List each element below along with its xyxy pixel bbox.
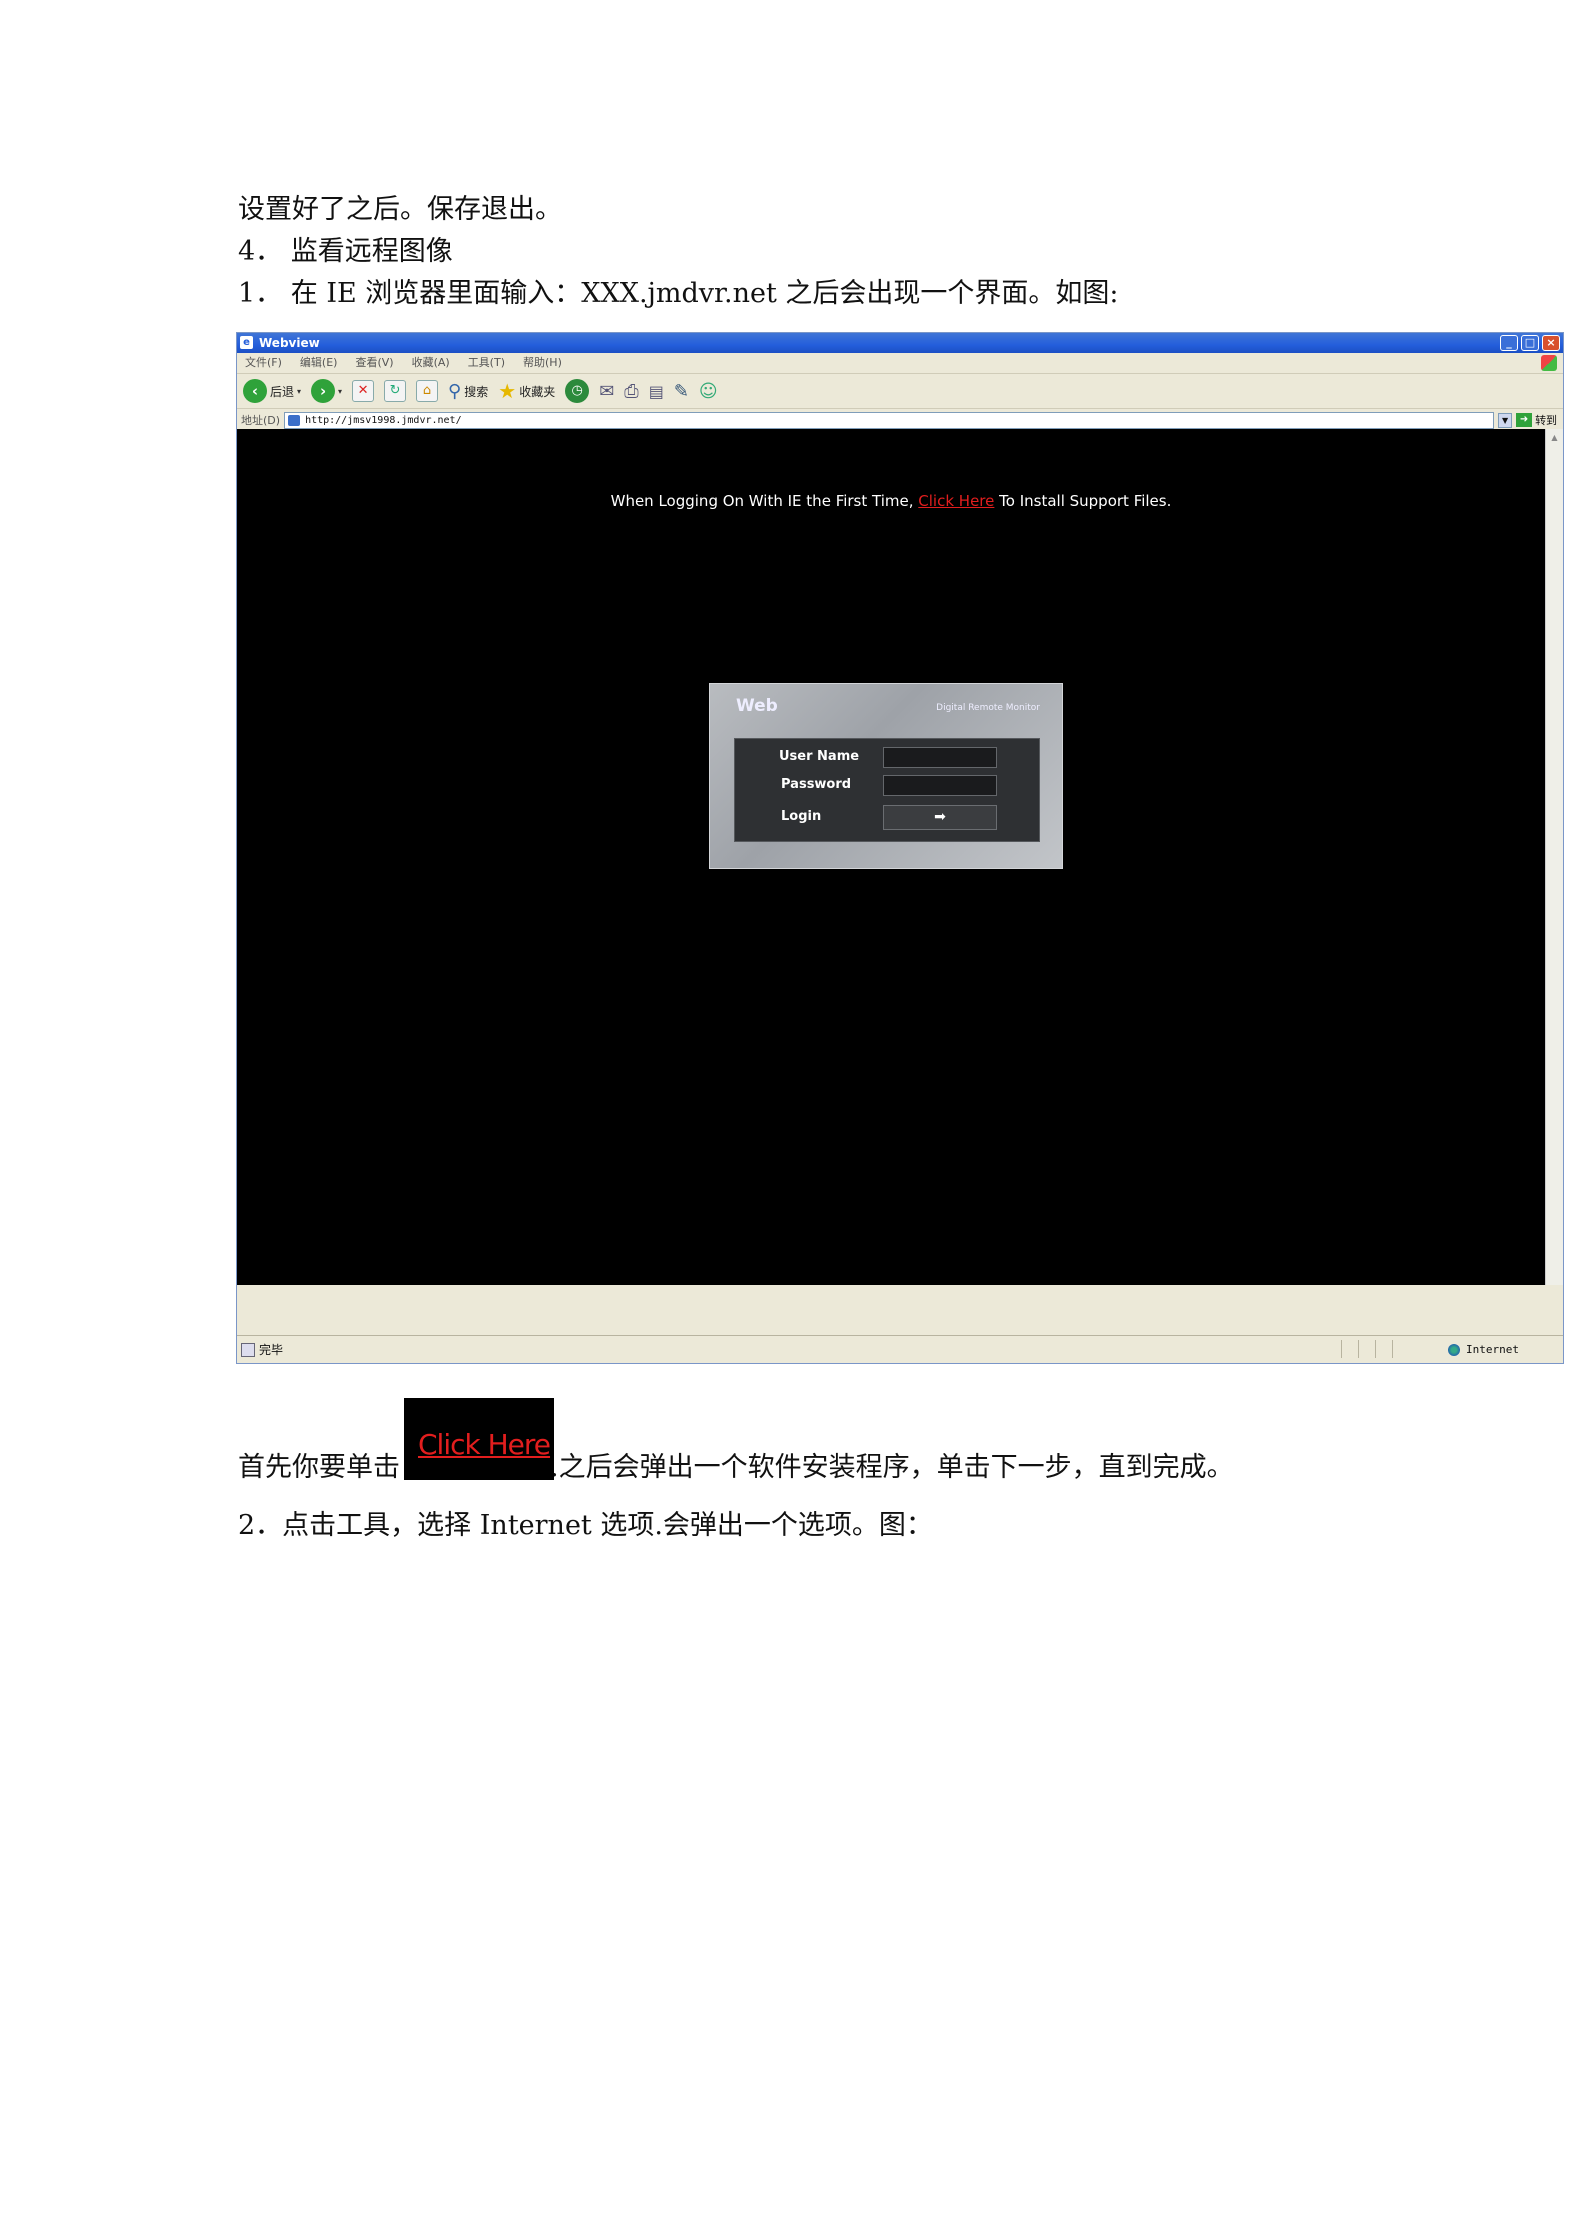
login-label: Login [781,809,822,824]
scroll-up-icon[interactable]: ▲ [1547,430,1563,446]
menu-file[interactable]: 文件(F) [245,353,282,373]
done-page-icon [241,1342,255,1357]
chevron-down-icon: ▾ [338,386,343,396]
status-separators [1341,1340,1393,1358]
messenger-icon[interactable]: ☺ [699,381,718,402]
menu-bar: 文件(F) 编辑(E) 查看(V) 收藏(A) 工具(T) 帮助(H) [237,353,1563,374]
ie-icon: e [240,336,253,349]
menu-favorites[interactable]: 收藏(A) [412,353,450,373]
install-notice: When Logging On With IE the First Time, … [237,492,1545,510]
notice-text-before: When Logging On With IE the First Time, [610,492,919,510]
close-button[interactable]: × [1542,335,1560,351]
zone-text: Internet [1466,1342,1519,1356]
refresh-icon[interactable]: ↻ [384,380,407,402]
back-button[interactable]: ‹ 后退 ▾ [243,379,301,403]
page-icon [288,414,301,426]
address-value: http://jmsv1998.jmdvr.net/ [305,414,462,426]
password-label: Password [781,777,852,792]
status-text: 完毕 [259,1342,284,1357]
favorites-label: 收藏夹 [519,384,556,399]
doc-text-after: .之后会弹出一个软件安装程序，单击下一步，直到完成。 [550,1452,1234,1483]
internet-zone-icon [1448,1343,1461,1356]
click-here-image-text: Click Here [418,1428,551,1461]
address-input[interactable]: http://jmsv1998.jmdvr.net/ [284,411,1495,429]
chevron-down-icon: ▾ [297,386,302,396]
page-viewport: When Logging On With IE the First Time, … [237,429,1545,1285]
back-label: 后退 [270,384,295,399]
login-button[interactable]: ➡ [883,805,997,830]
discuss-icon[interactable]: ✎ [674,381,689,402]
login-box: Web Digital Remote Monitor User Name Pas… [709,683,1063,869]
search-icon: ⚲ [448,380,462,402]
toolbar: ‹ 后退 ▾ › ▾ ✕ ↻ ⌂ ⚲ 搜索 ★ 收藏夹 ◷ ✉ ⎙ ▤ ✎ ☺ [237,374,1563,409]
menu-tools[interactable]: 工具(T) [468,353,505,373]
password-input[interactable] [883,775,997,796]
go-label: 转到 [1535,414,1558,427]
doc-line-saved: 设置好了之后。保存退出。 [238,194,562,225]
windows-logo-icon [1541,355,1557,371]
doc-line-step1: 1． 在 IE 浏览器里面输入：XXX.jmdvr.net 之后会出现一个界面。… [238,278,1119,309]
search-button[interactable]: ⚲ 搜索 [448,381,488,402]
username-label: User Name [779,749,860,764]
login-panel: User Name Password Login ➡ [734,738,1040,842]
home-icon[interactable]: ⌂ [416,380,439,402]
edit-icon[interactable]: ▤ [649,382,664,401]
status-bar: 完毕 Internet [237,1335,1563,1363]
maximize-button[interactable]: □ [1521,335,1539,351]
search-label: 搜索 [464,384,489,399]
forward-button[interactable]: › ▾ [311,379,342,403]
back-arrow-icon: ‹ [243,379,267,403]
window-title: Webview [259,336,320,350]
favorites-button[interactable]: ★ 收藏夹 [498,379,555,403]
history-icon[interactable]: ◷ [565,379,590,403]
menu-view[interactable]: 查看(V) [355,353,393,373]
menu-edit[interactable]: 编辑(E) [300,353,338,373]
login-subtitle: Digital Remote Monitor [936,703,1040,713]
star-icon: ★ [498,379,517,403]
click-here-link[interactable]: Click Here [918,492,994,510]
doc-line-heading: 4． 监看远程图像 [238,236,453,267]
forward-arrow-icon: › [311,379,336,403]
doc-text-before: 首先你要单击 [238,1452,400,1483]
address-dropdown[interactable]: ▼ [1498,412,1513,428]
arrow-right-icon: ➡ [934,809,946,825]
login-brand: Web [736,696,778,716]
go-button[interactable]: ➜ 转到 [1516,412,1557,428]
address-label: 地址(D) [241,414,281,427]
go-arrow-icon: ➜ [1516,413,1533,427]
ie-screenshot: e Webview _ □ × 文件(F) 编辑(E) 查看(V) 收藏(A) … [236,332,1564,1364]
print-icon[interactable]: ⎙ [624,381,638,402]
username-input[interactable] [883,747,997,768]
notice-text-after: To Install Support Files. [994,492,1172,510]
menu-help[interactable]: 帮助(H) [523,353,562,373]
mail-icon[interactable]: ✉ [599,381,614,402]
window-titlebar: e Webview _ □ × [237,333,1563,353]
doc-line-step2: 2．点击工具，选择 Internet 选项.会弹出一个选项。图： [238,1510,933,1541]
vertical-scrollbar[interactable]: ▲ [1545,429,1563,1285]
minimize-button[interactable]: _ [1500,335,1518,351]
stop-icon[interactable]: ✕ [352,380,375,402]
doc-line-click-first: 首先你要单击 .之后会弹出一个软件安装程序，单击下一步，直到完成。 [238,1450,1234,1486]
click-here-image: Click Here [404,1398,554,1480]
